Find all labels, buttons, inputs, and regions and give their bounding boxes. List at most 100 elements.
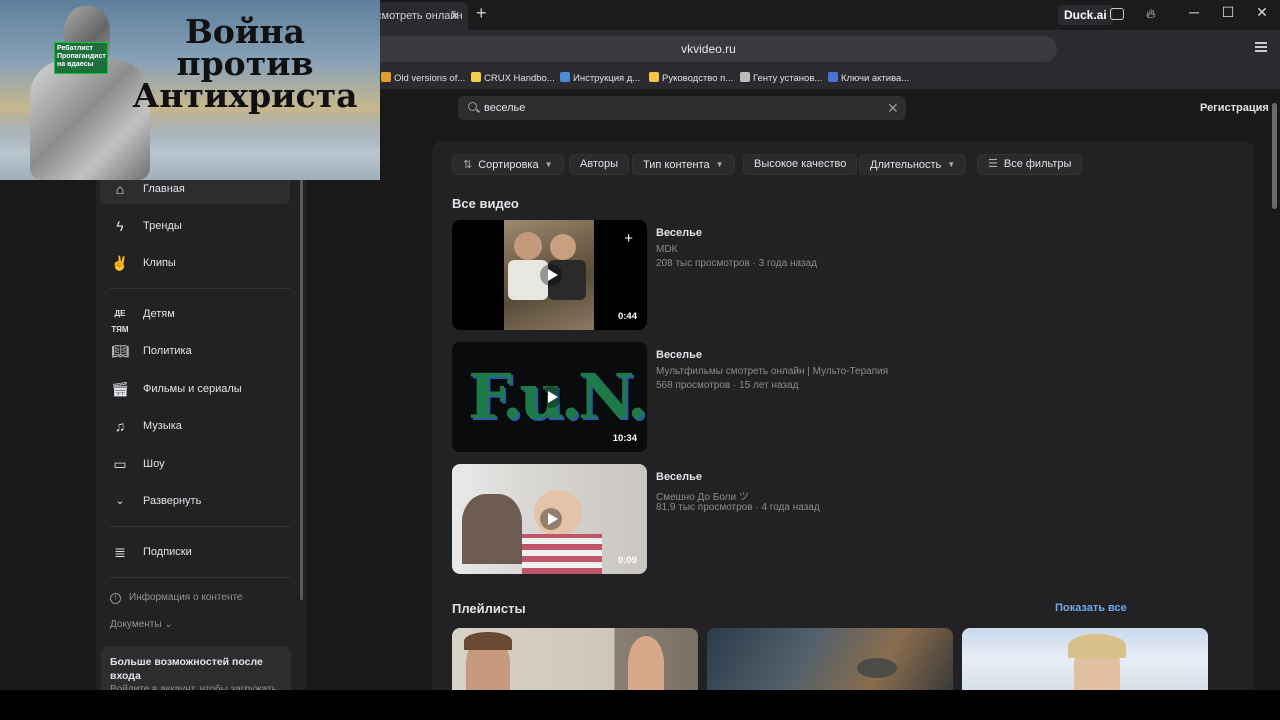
sidebar-item-label: Тренды <box>143 220 182 232</box>
close-window-button[interactable]: ✕ <box>1252 4 1272 21</box>
all-videos-title: Все видео <box>452 196 519 211</box>
play-icon <box>540 264 562 286</box>
video-duration: 0:09 <box>617 555 637 566</box>
sidebar-item-music[interactable]: ♫ Музыка <box>100 411 290 441</box>
video-duration: 0:44 <box>617 311 637 322</box>
music-icon: ♫ <box>114 418 126 434</box>
video-thumbnail[interactable]: + 0:44 <box>452 220 647 330</box>
video-thumbnail[interactable]: F.u.N. 10:34 <box>452 342 647 452</box>
sidebar-item-kids[interactable]: ДЕ ТЯМ Детям <box>100 299 290 334</box>
address-bar[interactable]: vkvideo.ru <box>360 36 1057 62</box>
bookmark-item[interactable]: Инструкция д... <box>560 72 640 84</box>
search-value: веселье <box>484 102 526 114</box>
chevron-down-icon: ⌄ <box>164 619 173 630</box>
sidebar-item-label: Детям <box>143 308 175 320</box>
sidebar-toggle-icon[interactable] <box>1110 8 1124 20</box>
sidebar-item-movies[interactable]: 🎬︎ Фильмы и сериалы <box>100 374 290 404</box>
sidebar-item-label: Подписки <box>143 546 192 558</box>
content-type-filter[interactable]: Тип контента ▼ <box>632 154 735 175</box>
chevron-down-icon: ⌄ <box>115 495 125 507</box>
sidebar-item-label: Главная <box>143 183 185 195</box>
star-icon <box>471 72 481 82</box>
video-thumbnail[interactable]: 0:09 <box>452 464 647 574</box>
add-icon[interactable]: + <box>624 230 633 247</box>
clips-icon: ✌ <box>111 255 129 271</box>
sidebar-item-expand[interactable]: ⌄ Развернуть <box>100 486 290 516</box>
duration-filter[interactable]: Длительность ▼ <box>859 154 967 175</box>
bookmark-item[interactable]: Руководство п... <box>649 72 733 84</box>
sidebar-item-label: Шоу <box>143 458 165 470</box>
chevron-down-icon: ▼ <box>715 160 724 169</box>
sidebar-item-clips[interactable]: ✌ Клипы <box>100 248 290 278</box>
documents-link[interactable]: Документы ⌄ <box>110 619 173 630</box>
bookmark-item[interactable]: Ключи актива... <box>828 72 909 84</box>
sidebar-item-politics[interactable]: 📖︎ Политика <box>100 336 290 366</box>
content-info-link[interactable]: ! Информация о контенте <box>110 592 243 604</box>
tab-close-icon[interactable]: ✕ <box>450 2 460 30</box>
tv-icon: ▭ <box>113 456 127 472</box>
video-channel[interactable]: Мультфильмы смотреть онлайн | Мульто-Тер… <box>656 366 888 377</box>
home-icon: ⌂ <box>115 181 125 197</box>
video-channel[interactable]: Смешно До Боли ツ <box>656 488 749 503</box>
sidebar-item-label: Политика <box>143 345 192 357</box>
page-scrollbar-thumb[interactable] <box>1272 103 1277 209</box>
book-icon: 📖︎ <box>111 343 129 359</box>
video-channel[interactable]: MDK <box>656 244 678 255</box>
sidebar-item-trends[interactable]: ϟ Тренды <box>100 211 290 241</box>
fire-icon[interactable]: 🔥︎ <box>1146 6 1156 22</box>
all-filters-button[interactable]: ☰ Все фильтры <box>977 154 1083 175</box>
sidebar-item-label: Клипы <box>143 257 176 269</box>
overlay-banner: Ребатлист Пропагандист на вдаесы Война п… <box>0 0 380 180</box>
filter-icon: ☰ <box>988 158 998 170</box>
page-icon <box>740 72 750 82</box>
clear-search-icon[interactable]: ✕ <box>887 100 899 117</box>
duck-ai-button[interactable]: Duck.ai <box>1058 5 1113 25</box>
play-icon <box>540 508 562 530</box>
promo-title: Больше возможностей после входа <box>110 656 263 682</box>
subscriptions-icon: ≣ <box>114 544 126 560</box>
bookmark-item[interactable]: CRUX Handbo... <box>471 72 555 84</box>
sign-board: Ребатлист Пропагандист на вдаесы <box>54 42 108 74</box>
video-title[interactable]: Веселье <box>656 227 702 239</box>
minimize-button[interactable]: ─ <box>1184 4 1204 20</box>
authors-filter[interactable]: Авторы <box>569 154 629 175</box>
video-meta: 568 просмотров · 15 лет назад <box>656 380 799 391</box>
bookmark-label: Руководство п... <box>662 73 734 84</box>
chevron-down-icon: ▼ <box>544 160 553 169</box>
high-quality-filter[interactable]: Высокое качество <box>743 154 858 175</box>
sidebar-scrollbar[interactable] <box>300 170 303 600</box>
maximize-button[interactable]: ☐ <box>1218 4 1238 21</box>
sidebar-divider <box>110 577 290 578</box>
bolt-icon: ϟ <box>116 218 124 234</box>
sidebar-item-label: Музыка <box>143 420 182 432</box>
sidebar-item-subscriptions[interactable]: ≣ Подписки <box>100 537 290 567</box>
folder-icon <box>381 72 391 82</box>
search-icon <box>468 102 477 111</box>
playlist-card[interactable] <box>962 628 1208 690</box>
sidebar-item-shows[interactable]: ▭ Шоу <box>100 449 290 479</box>
browser-menu-icon[interactable] <box>1255 42 1267 52</box>
video-title[interactable]: Веселье <box>656 471 702 483</box>
show-all-link[interactable]: Показать все <box>1055 602 1127 614</box>
bookmark-label: Инструкция д... <box>573 73 641 84</box>
bookmark-label: CRUX Handbo... <box>484 73 555 84</box>
bookmark-label: Ключи актива... <box>841 73 910 84</box>
sidebar-divider <box>110 288 290 289</box>
playlist-card[interactable] <box>452 628 698 690</box>
bookmark-item[interactable]: Old versions of... <box>381 72 465 84</box>
browser-tab[interactable]: смотреть онлайн ✕ <box>370 2 468 30</box>
globe-icon <box>560 72 570 82</box>
info-icon: ! <box>110 593 121 604</box>
register-link[interactable]: Регистрация <box>1200 102 1269 114</box>
chevron-down-icon: ▼ <box>947 160 956 169</box>
sort-icon: ⇅ <box>463 159 473 171</box>
sort-filter[interactable]: ⇅ Сортировка ▼ <box>452 154 564 175</box>
sidebar-divider <box>110 526 290 527</box>
playlists-title: Плейлисты <box>452 601 526 616</box>
bookmark-item[interactable]: Генту установ... <box>740 72 822 84</box>
playlist-card[interactable] <box>707 628 953 690</box>
video-title[interactable]: Веселье <box>656 349 702 361</box>
new-tab-button[interactable]: + <box>476 3 487 24</box>
bookmark-label: Old versions of... <box>394 73 466 84</box>
help-icon <box>828 72 838 82</box>
